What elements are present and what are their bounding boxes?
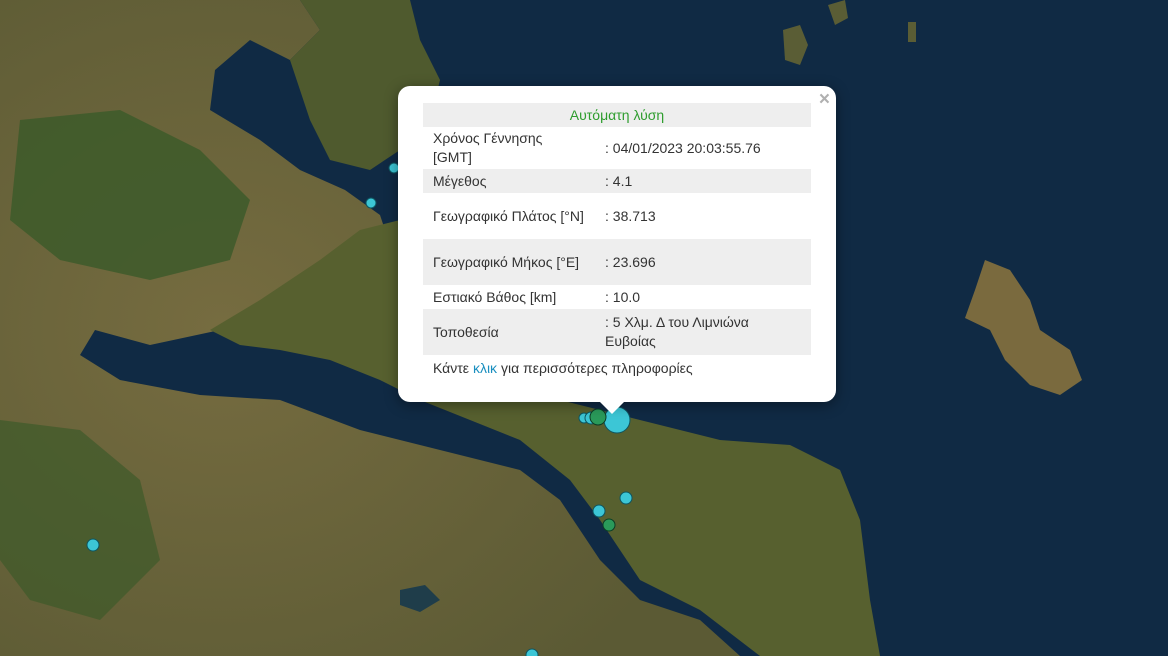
popup-title: Αυτόματη λύση [423, 103, 811, 127]
close-icon[interactable]: × [819, 90, 830, 109]
table-row: Γεωγραφικό Πλάτος [°N] : 38.713 [423, 193, 811, 239]
table-row: Χρόνος Γέννησης [GMT] : 04/01/2023 20:03… [423, 127, 811, 169]
earthquake-marker[interactable] [619, 491, 633, 505]
satellite-map[interactable]: × Αυτόματη λύση Χρόνος Γέννησης [GMT] : … [0, 0, 1168, 656]
location-value: : 5 Χλμ. Δ του Λιμνιώνα Ευβοίας [595, 309, 811, 355]
earthquake-marker[interactable] [592, 504, 606, 518]
more-info-line: Κάντε κλικ για περισσότερες πληροφορίες [423, 355, 811, 381]
table-row: Μέγεθος : 4.1 [423, 169, 811, 193]
earthquake-marker-recent[interactable] [602, 518, 616, 532]
magnitude-value: : 4.1 [595, 169, 811, 193]
earthquake-details-table: Χρόνος Γέννησης [GMT] : 04/01/2023 20:03… [423, 127, 811, 355]
more-info-prefix: Κάντε [433, 360, 470, 376]
popup-tip [598, 400, 626, 414]
latitude-label: Γεωγραφικό Πλάτος [°N] [433, 207, 584, 224]
origin-time-label: Χρόνος Γέννησης [GMT] [433, 130, 543, 165]
earthquake-marker[interactable] [365, 197, 377, 209]
table-row: Εστιακό Βάθος [km] : 10.0 [423, 285, 811, 309]
earthquake-marker[interactable] [525, 648, 539, 656]
islet-east [908, 22, 916, 42]
origin-time-value: : 04/01/2023 20:03:55.76 [605, 139, 761, 156]
latitude-value: : 38.713 [605, 207, 656, 224]
earthquake-info-popup: × Αυτόματη λύση Χρόνος Γέννησης [GMT] : … [398, 86, 836, 402]
depth-label: Εστιακό Βάθος [km] [433, 288, 557, 305]
longitude-label: Γεωγραφικό Μήκος [°E] [423, 239, 595, 285]
longitude-value: : 23.696 [595, 239, 811, 285]
more-info-suffix: για περισσότερες πληροφορίες [500, 360, 693, 376]
depth-value: : 10.0 [605, 288, 641, 305]
more-info-link[interactable]: κλικ [473, 360, 497, 376]
table-row: Τοποθεσία : 5 Χλμ. Δ του Λιμνιώνα Ευβοία… [423, 309, 811, 355]
location-label: Τοποθεσία [423, 309, 595, 355]
magnitude-label: Μέγεθος [423, 169, 595, 193]
table-row: Γεωγραφικό Μήκος [°E] : 23.696 [423, 239, 811, 285]
earthquake-marker[interactable] [86, 538, 100, 552]
